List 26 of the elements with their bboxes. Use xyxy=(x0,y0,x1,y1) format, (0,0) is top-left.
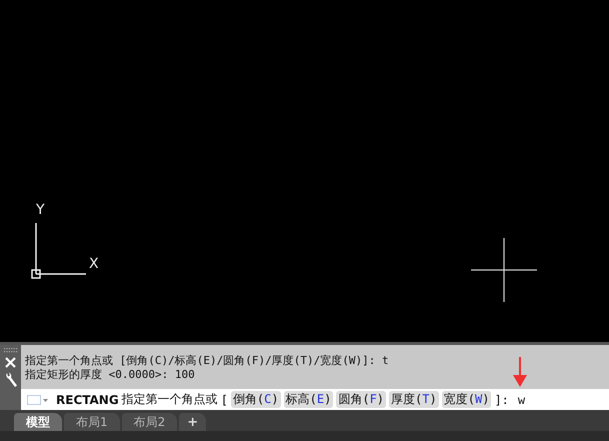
command-option-link[interactable]: 宽度(W) xyxy=(442,391,492,408)
command-option-link[interactable]: 圆角(F) xyxy=(336,391,386,408)
rectangle-dropdown-icon[interactable] xyxy=(27,394,49,406)
annotation-arrow-icon xyxy=(513,357,527,387)
add-tab-button[interactable]: + xyxy=(179,413,206,431)
layout-tab[interactable]: 模型 xyxy=(14,413,62,431)
typed-value: w xyxy=(518,392,526,406)
command-prompt: 指定第一个角点或 xyxy=(122,391,218,408)
bracket-text: ]: xyxy=(494,392,509,406)
wrench-icon[interactable] xyxy=(4,372,18,388)
grip-icon[interactable] xyxy=(4,348,18,353)
command-history-line: 指定矩形的厚度 <0.0000>: 100 xyxy=(25,368,196,382)
close-icon[interactable] xyxy=(5,357,16,368)
bracket-text: [ xyxy=(220,392,228,406)
command-history-line: 指定第一个角点或 [倒角(C)/标高(E)/圆角(F)/厚度(T)/宽度(W)]: t xyxy=(25,354,390,368)
x-axis-label: X xyxy=(89,256,99,272)
layout-tab[interactable]: 布局1 xyxy=(64,413,120,431)
command-option-link[interactable]: 标高(E) xyxy=(284,391,334,408)
command-option-link[interactable]: 厚度(T) xyxy=(389,391,439,408)
command-option-link[interactable]: 倒角(C) xyxy=(230,391,281,408)
layout-tab[interactable]: 布局2 xyxy=(122,413,178,431)
command-name: RECTANG xyxy=(56,392,119,406)
ucs-axes-icon xyxy=(30,221,88,279)
crosshair-cursor-icon xyxy=(471,238,537,302)
y-axis-label: Y xyxy=(36,202,45,218)
command-input-field[interactable]: RECTANG 指定第一个角点或 [ 倒角(C) 标高(E) 圆角(F) 厚度(T) 宽度(W) ]: w xyxy=(21,389,609,410)
